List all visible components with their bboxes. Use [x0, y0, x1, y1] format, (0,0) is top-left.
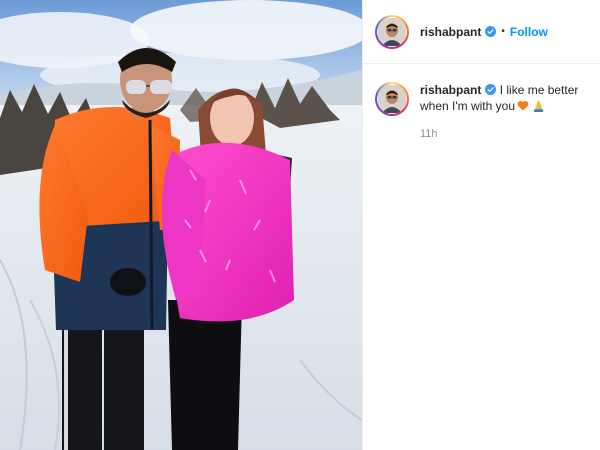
caption-body: rishabpant I like me better when I'm wit…	[420, 82, 600, 142]
follow-button[interactable]: Follow	[510, 25, 548, 39]
instagram-post: rishabpant • Follow rishabpant I like me…	[0, 0, 600, 450]
profile-picture-image	[378, 17, 406, 46]
caption-line: rishabpant I like me better when I'm wit…	[420, 82, 600, 114]
folded-hands-icon	[533, 99, 544, 112]
header-username[interactable]: rishabpant	[420, 25, 481, 39]
caption-comment: rishabpant I like me better when I'm wit…	[363, 64, 600, 142]
avatar[interactable]	[375, 14, 409, 49]
separator-dot: •	[501, 26, 505, 37]
caption-verified-badge-icon	[485, 84, 497, 95]
post-photo[interactable]	[0, 0, 362, 450]
verified-badge-icon	[485, 26, 497, 37]
caption-avatar[interactable]	[375, 82, 409, 116]
post-side-panel: rishabpant • Follow rishabpant I like me…	[362, 0, 600, 450]
caption-profile-picture	[377, 84, 407, 114]
post-timestamp[interactable]: 11h	[420, 126, 600, 142]
orange-heart-icon	[517, 101, 529, 111]
profile-picture	[377, 16, 407, 47]
post-header: rishabpant • Follow	[363, 0, 600, 64]
caption-username[interactable]: rishabpant	[420, 83, 481, 97]
caption-profile-picture-image	[378, 85, 406, 113]
